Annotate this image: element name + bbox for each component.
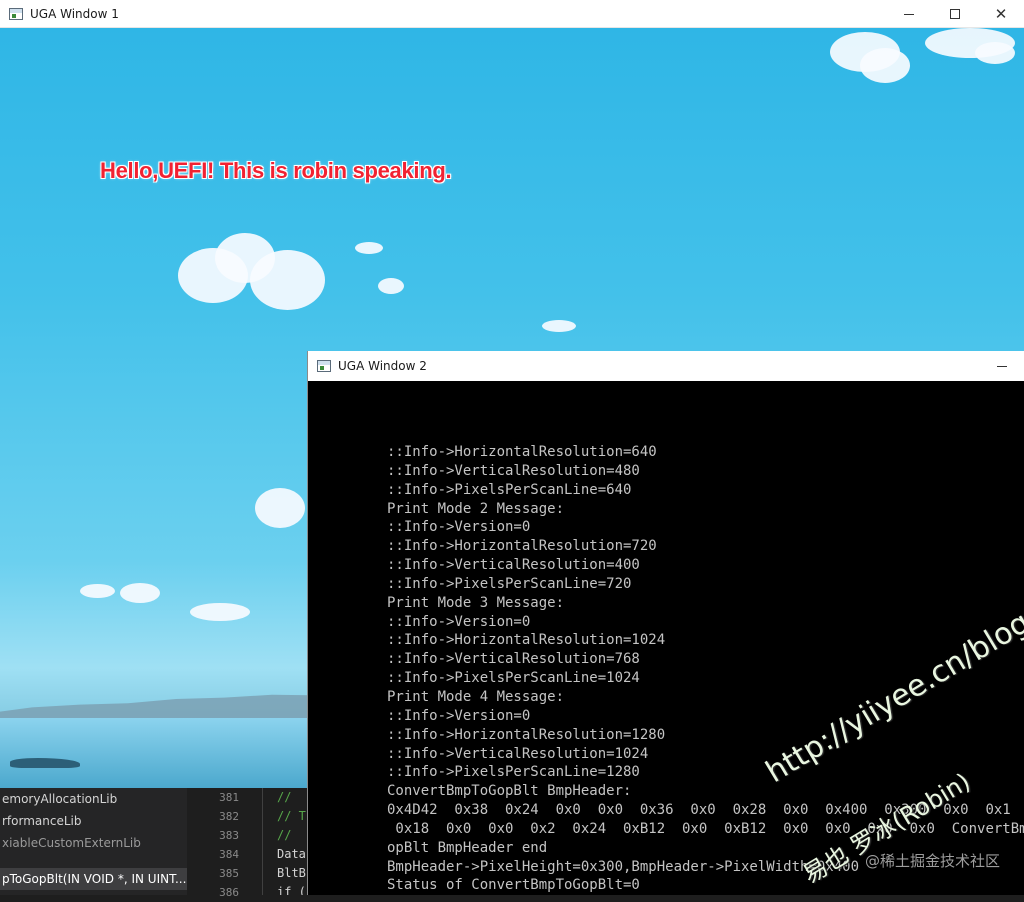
line-number: 385	[219, 867, 239, 880]
code-line: // T	[277, 809, 306, 823]
cloud	[80, 584, 115, 598]
distant-hills	[0, 694, 320, 720]
code-line: Data	[277, 847, 306, 861]
window-2-titlebar[interactable]: UGA Window 2	[308, 351, 1024, 381]
watermark-site: @稀土掘金技术社区	[864, 852, 1000, 870]
line-number: 386	[219, 886, 239, 899]
solution-item[interactable]: xiableCustomExternLib	[0, 832, 187, 854]
line-number: 382	[219, 810, 239, 823]
console-line: Status of ConvertBmpToGopBlt=0	[387, 877, 640, 894]
code-editor: emoryAllocationLib rformanceLib xiableCu…	[0, 788, 310, 899]
window-app-icon	[317, 360, 331, 372]
minimize-button[interactable]	[886, 0, 932, 28]
cloud	[255, 488, 305, 528]
line-number: 384	[219, 848, 239, 861]
console-line: ::Info->PixelsPerScanLine=640	[387, 481, 632, 498]
console-line: ::Info->VerticalResolution=1024	[387, 745, 649, 762]
console-line: 0x18 0x0 0x0 0x2 0x24 0xB12 0x0 0xB12 0x…	[387, 820, 1024, 837]
sea	[0, 718, 320, 790]
console-line: ::Info->VerticalResolution=400	[387, 557, 640, 574]
cloud	[860, 48, 910, 83]
console-line: ::Info->Version=0	[387, 707, 531, 724]
window-2-title: UGA Window 2	[338, 359, 427, 373]
window-app-icon	[9, 7, 23, 20]
greeting-text: Hello,UEFI! This is robin speaking.	[100, 158, 452, 183]
line-number-gutter: 381 382 383 384 385 386	[187, 788, 247, 899]
close-button[interactable]: ✕	[978, 0, 1024, 28]
code-line: BltB	[277, 866, 306, 880]
console-line: ::Info->HorizontalResolution=720	[387, 538, 657, 555]
minimize-icon	[997, 365, 1007, 367]
code-line: //	[277, 790, 292, 804]
console-line: ::Info->HorizontalResolution=1280	[387, 726, 666, 743]
cloud	[378, 278, 404, 294]
cloud	[250, 250, 325, 310]
code-line: //	[277, 828, 292, 842]
code-area[interactable]: // // T // Data BltB if (	[262, 788, 310, 895]
window-1-title: UGA Window 1	[30, 6, 119, 21]
solution-item-selected[interactable]: pToGopBlt(IN VOID *, IN UINT...	[0, 868, 187, 890]
cloud	[355, 242, 383, 254]
minimize-icon	[904, 13, 914, 15]
code-line: if (	[277, 885, 306, 895]
solution-item[interactable]: emoryAllocationLib	[0, 788, 187, 810]
cloud	[542, 320, 576, 332]
line-number: 383	[219, 829, 239, 842]
maximize-icon	[950, 9, 960, 19]
cloud	[190, 603, 250, 621]
line-number: 381	[219, 791, 239, 804]
console-line: Print Mode 2 Message:	[387, 500, 565, 517]
console-line: ::Info->Version=0	[387, 519, 531, 536]
cloud	[975, 42, 1015, 64]
minimize-button[interactable]	[979, 351, 1024, 381]
window-1-titlebar[interactable]: UGA Window 1 ✕	[0, 0, 1024, 28]
solution-item[interactable]: rformanceLib	[0, 810, 187, 832]
console-line: ::Info->VerticalResolution=480	[387, 462, 640, 479]
solution-explorer: emoryAllocationLib rformanceLib xiableCu…	[0, 788, 187, 895]
cloud	[120, 583, 160, 603]
maximize-button[interactable]	[932, 0, 978, 28]
console-line: ::Info->Version=0	[387, 613, 531, 630]
console-line: ::Info->HorizontalResolution=1024	[387, 632, 666, 649]
console-line: ::Info->HorizontalResolution=640	[387, 444, 657, 460]
console-line: ::Info->PixelsPerScanLine=720	[387, 575, 632, 592]
close-icon: ✕	[994, 5, 1008, 23]
rocks	[10, 758, 80, 768]
console-line: Print Mode 3 Message:	[387, 594, 565, 611]
